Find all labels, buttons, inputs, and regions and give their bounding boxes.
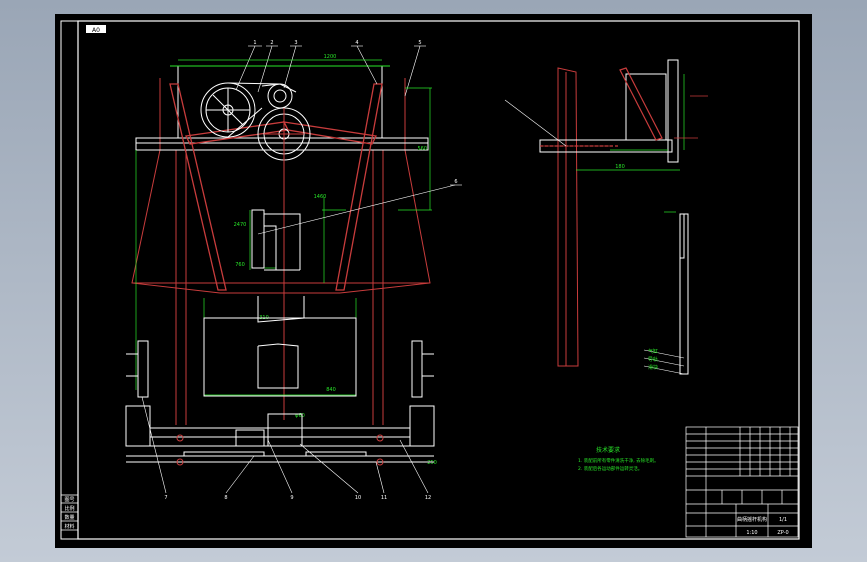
flywheel <box>200 82 256 138</box>
base-assembly <box>125 405 435 463</box>
note-line-2: 2. 装配后各运动部件运转灵活。 <box>578 465 642 472</box>
dim-height-c: 2470 <box>234 222 247 228</box>
stamp-label-2: 数量 <box>64 514 74 521</box>
top-callout-numbers: 1 2 3 4 5 <box>253 40 421 46</box>
callout-8: 8 <box>224 495 227 501</box>
callout-4: 4 <box>355 40 358 46</box>
stamp-label-1: 比例 <box>64 505 74 512</box>
side-dimensions <box>540 74 708 213</box>
side-column <box>557 67 579 367</box>
side-plate-left <box>131 78 221 425</box>
drawing-sheet: A0 图号 比例 数量 材料 1 2 3 4 5 1200 560 1460 2… <box>55 14 812 548</box>
callout-7: 7 <box>164 495 167 501</box>
note-line-1: 1. 装配前所有零件清洗干净, 去除毛刺。 <box>578 457 659 464</box>
callout-5: 5 <box>418 40 421 46</box>
sheet-tag: A0 <box>86 25 106 34</box>
dim-height-a: 560 <box>417 146 427 152</box>
dim-side-span: 840 <box>326 387 336 393</box>
technical-notes: 技术要求 1. 装配前所有零件清洗干净, 去除毛刺。 2. 装配后各运动部件运转… <box>578 446 659 472</box>
cad-viewport[interactable]: A0 图号 比例 数量 材料 1 2 3 4 5 1200 560 1460 2… <box>0 0 867 562</box>
dim-side-offset: 180 <box>615 164 625 170</box>
callout-1: 1 <box>253 40 256 46</box>
dim-top-span: 1200 <box>324 54 337 60</box>
callout-3: 3 <box>294 40 297 46</box>
front-view: 1 2 3 4 5 1200 560 1460 2470 840 310 φ60… <box>125 40 462 501</box>
callout-6: 6 <box>454 179 457 185</box>
drawing-title: 曲柄摇杆机构 <box>737 516 767 523</box>
center-slide <box>203 209 357 397</box>
base-bolts <box>176 434 384 466</box>
left-stamp-column: 图号 比例 数量 材料 <box>60 494 79 540</box>
side-arm <box>539 59 689 375</box>
bottom-callout-numbers: 7 8 9 10 11 12 <box>164 495 431 501</box>
callout-11: 11 <box>381 495 387 501</box>
callout-12: 12 <box>425 495 431 501</box>
side-vertical-labels: 气缸 导轨 滑块 <box>648 348 658 371</box>
stamp-label-3: 材料 <box>64 523 74 530</box>
drawing-sheet-of: 1/1 <box>779 517 787 523</box>
side-view: 180 760 气缸 导轨 滑块 <box>235 59 708 375</box>
gear-wheel <box>257 107 311 420</box>
long-leader <box>257 184 462 235</box>
dim-base-rise: 250 <box>427 460 437 466</box>
side-guides <box>126 340 434 398</box>
stamp-label-0: 图号 <box>64 497 74 503</box>
side-leaders <box>504 99 685 375</box>
side-label-1: 导轨 <box>648 356 658 363</box>
dim-label-a: 760 <box>235 262 245 268</box>
drawing-number: ZP-0 <box>777 530 788 536</box>
side-label-0: 气缸 <box>648 348 658 355</box>
drawing-canvas: A0 图号 比例 数量 材料 1 2 3 4 5 1200 560 1460 2… <box>60 20 800 540</box>
callout-10: 10 <box>355 495 361 501</box>
dim-height-b: 1460 <box>314 194 327 200</box>
bottom-callouts <box>141 396 429 494</box>
callout-9: 9 <box>290 495 293 501</box>
drawing-scale: 1:10 <box>746 530 757 536</box>
side-label-2: 滑块 <box>648 364 658 371</box>
sheet-tag-label: A0 <box>92 27 100 34</box>
notes-title: 技术要求 <box>596 446 620 454</box>
callout-2: 2 <box>270 40 273 46</box>
